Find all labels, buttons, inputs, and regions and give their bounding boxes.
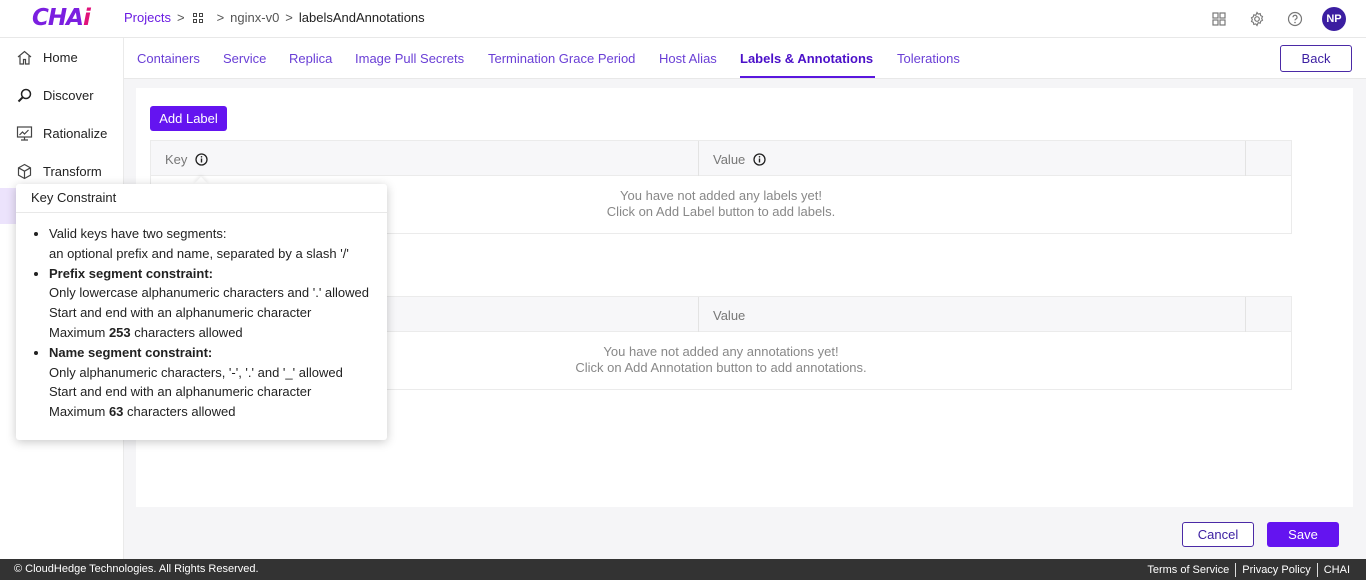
sidebar-item-label: Home <box>43 49 78 65</box>
key-constraint-tooltip: Key Constraint Valid keys have two segme… <box>16 184 387 440</box>
apps-grid-icon[interactable] <box>1206 6 1232 32</box>
info-icon[interactable] <box>753 153 766 166</box>
cancel-button[interactable]: Cancel <box>1182 522 1254 547</box>
discover-icon <box>17 88 32 102</box>
sidebar-item-home[interactable]: Home <box>0 38 124 76</box>
tab-host-alias[interactable]: Host Alias <box>659 51 717 66</box>
breadcrumb-separator: > <box>285 10 293 25</box>
user-avatar[interactable]: NP <box>1322 7 1346 31</box>
tooltip-title: Key Constraint <box>16 184 387 213</box>
form-actions: Cancel Save <box>1182 522 1339 547</box>
back-button[interactable]: Back <box>1280 45 1352 72</box>
sidebar-item-label: Transform <box>43 163 102 179</box>
breadcrumb-separator: > <box>216 10 225 25</box>
save-button[interactable]: Save <box>1267 522 1339 547</box>
tab-labels-annotations[interactable]: Labels & Annotations <box>740 51 873 66</box>
labels-col-value: Value <box>713 152 766 167</box>
breadcrumb-current: labelsAndAnnotations <box>298 10 425 25</box>
tab-tolerations[interactable]: Tolerations <box>897 51 960 66</box>
sidebar-item-rationalize[interactable]: Rationalize <box>0 114 124 152</box>
column-divider <box>1245 141 1246 176</box>
tooltip-line: Valid keys have two segments: <box>49 226 227 241</box>
sidebar-item-discover[interactable]: Discover <box>0 76 124 114</box>
tooltip-line: an optional prefix and name, separated b… <box>49 245 349 261</box>
top-header: CHAi Projects > > nginx-v0 > labelsAndAn… <box>0 0 1366 38</box>
tooltip-bullet: Prefix segment constraint: Only lowercas… <box>49 264 387 343</box>
privacy-link[interactable]: Privacy Policy <box>1236 564 1316 576</box>
tooltip-line: Only lowercase alphanumeric characters a… <box>49 285 370 301</box>
gear-icon[interactable] <box>1244 6 1270 32</box>
tab-termination-grace-period[interactable]: Termination Grace Period <box>488 51 635 66</box>
chai-logo[interactable]: CHAi <box>32 5 91 31</box>
tooltip-line: Start and end with an alphanumeric chara… <box>49 384 312 400</box>
tab-bar: Containers Service Replica Image Pull Se… <box>124 38 1366 79</box>
tooltip-heading: Name segment constraint: <box>49 344 213 360</box>
breadcrumb-project[interactable]: nginx-v0 <box>230 10 279 25</box>
rationalize-icon <box>16 125 33 141</box>
column-divider <box>1245 297 1246 332</box>
info-icon[interactable] <box>195 153 209 166</box>
annotations-col-value: Value <box>713 308 746 323</box>
column-divider <box>698 141 699 176</box>
terms-link[interactable]: Terms of Service <box>1141 564 1235 576</box>
labels-col-key: Key <box>165 152 209 167</box>
tooltip-bullet: Name segment constraint: Only alphanumer… <box>49 343 387 422</box>
tooltip-line: Maximum 63 characters allowed <box>49 404 236 420</box>
column-divider <box>698 297 699 332</box>
copyright-text: © CloudHedge Technologies. All Rights Re… <box>14 563 259 575</box>
sidebar-item-label: Rationalize <box>43 125 108 141</box>
labels-col-key-text: Key <box>165 152 188 167</box>
tooltip-bullet: Valid keys have two segments: an optiona… <box>49 224 387 264</box>
transform-icon <box>17 163 32 179</box>
tooltip-line: Start and end with an alphanumeric chara… <box>49 305 312 321</box>
footer-links: Terms of Service Privacy Policy CHAI <box>1141 563 1356 577</box>
tab-replica[interactable]: Replica <box>289 51 332 66</box>
active-tab-underline <box>740 76 875 78</box>
labels-table-header: Key Value <box>151 141 1291 176</box>
tooltip-line: Only alphanumeric characters, '-', '.' a… <box>49 364 343 380</box>
tooltip-heading: Prefix segment constraint: <box>49 265 213 281</box>
breadcrumb-projects-link[interactable]: Projects <box>124 10 171 25</box>
sidebar-item-label: Discover <box>43 87 94 103</box>
breadcrumb: Projects > > nginx-v0 > labelsAndAnnotat… <box>124 10 425 25</box>
help-icon[interactable] <box>1282 6 1308 32</box>
sidebar-active-indicator <box>0 188 16 224</box>
header-actions: NP <box>1194 6 1346 32</box>
page-footer: © CloudHedge Technologies. All Rights Re… <box>0 559 1366 580</box>
chai-footer-link[interactable]: CHAI <box>1318 564 1356 576</box>
breadcrumb-separator: > <box>176 10 185 25</box>
tab-containers[interactable]: Containers <box>137 51 200 66</box>
add-label-button[interactable]: Add Label <box>150 106 227 131</box>
tab-image-pull-secrets[interactable]: Image Pull Secrets <box>355 51 464 66</box>
tooltip-line: Maximum 253 characters allowed <box>49 324 243 340</box>
grid-icon[interactable] <box>192 12 203 23</box>
tooltip-body: Valid keys have two segments: an optiona… <box>16 213 387 422</box>
labels-col-value-text: Value <box>713 152 746 167</box>
tab-service[interactable]: Service <box>223 51 266 66</box>
home-icon <box>17 50 32 65</box>
